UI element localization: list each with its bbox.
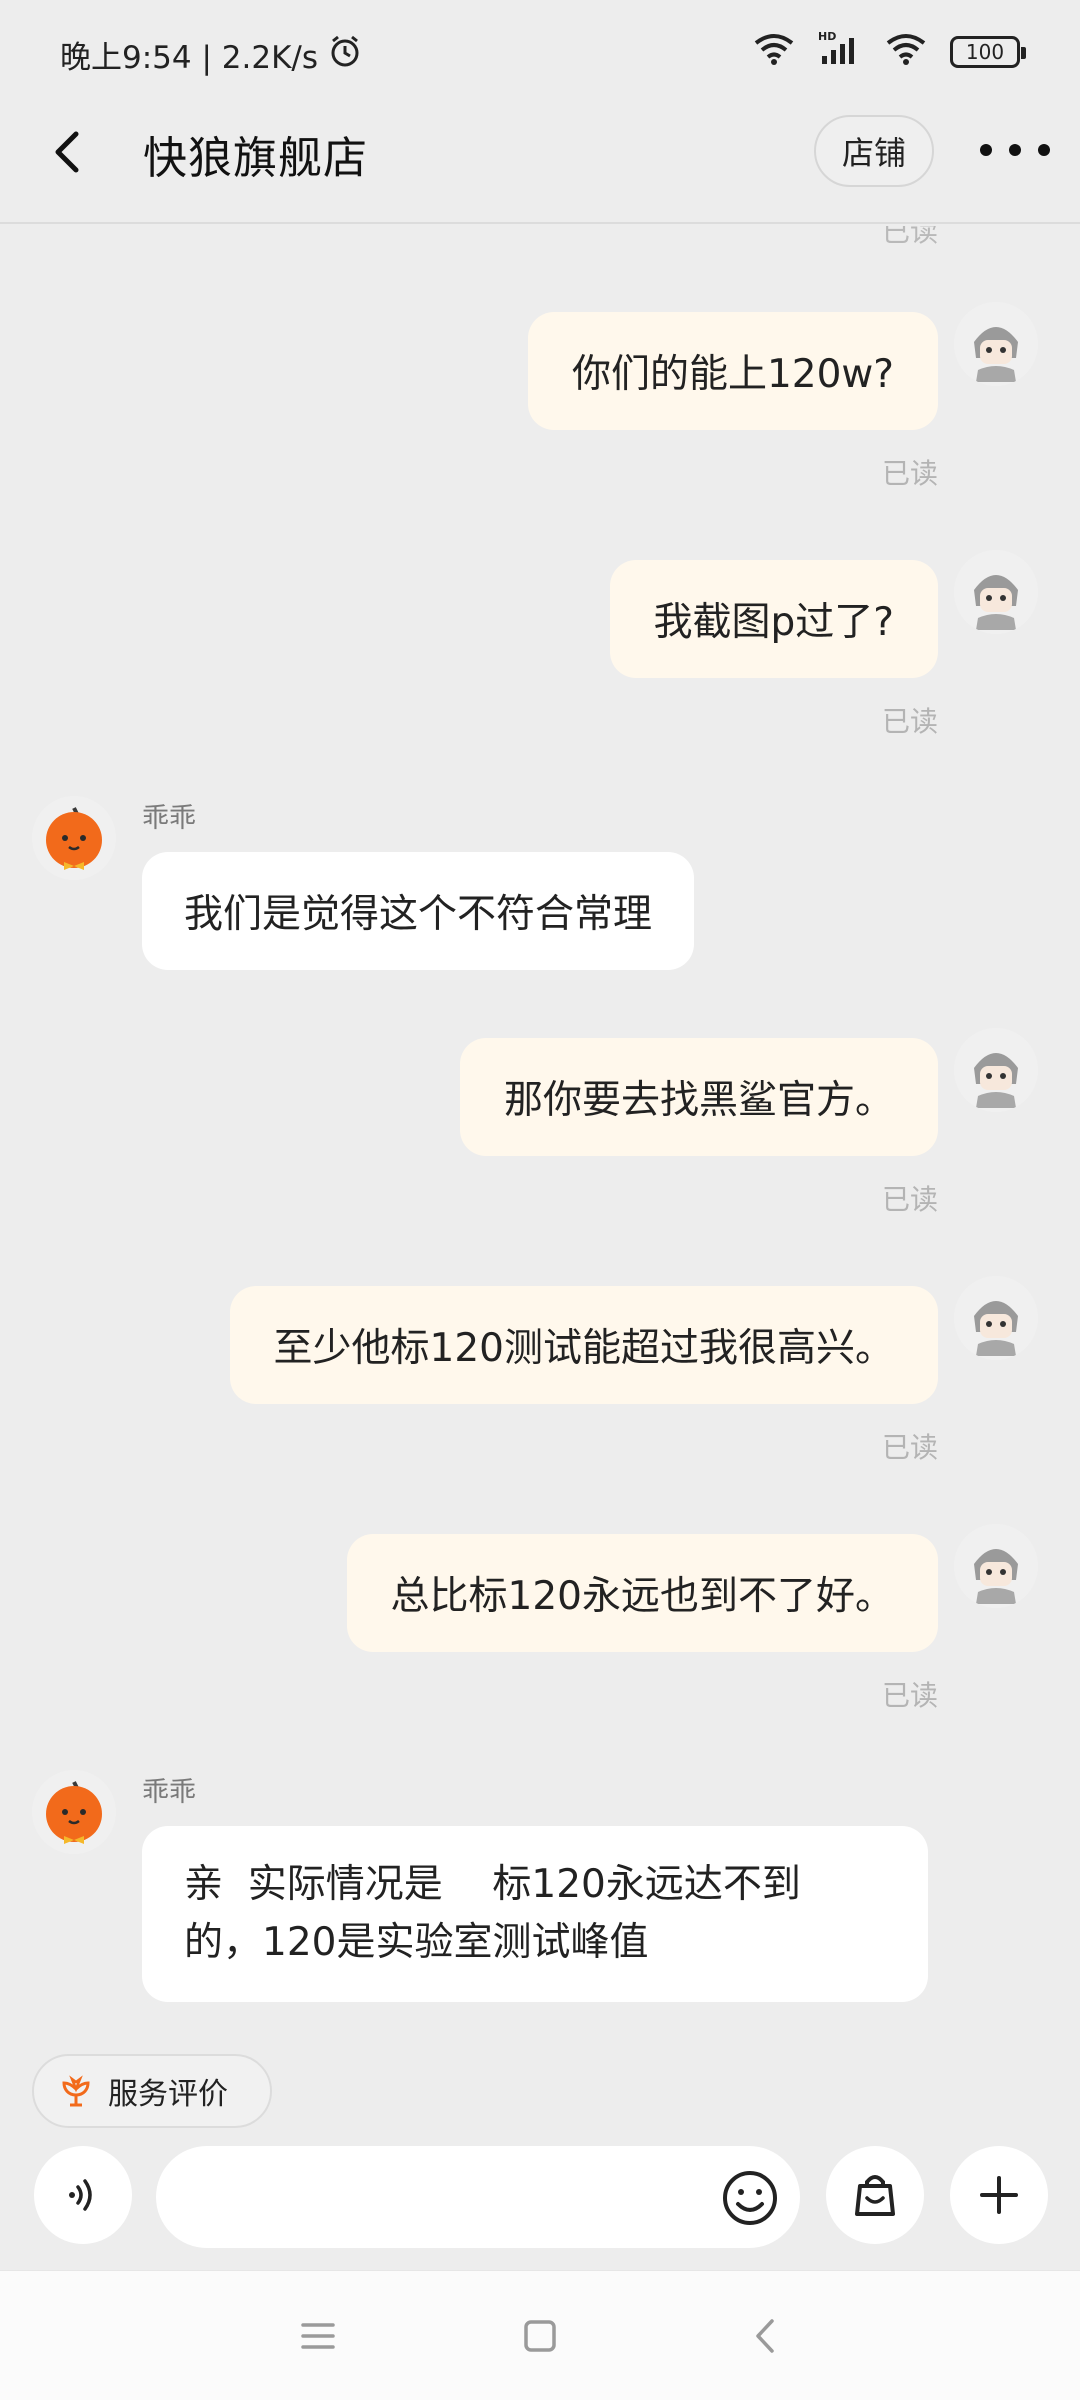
voice-icon	[69, 2179, 92, 2211]
shop-avatar[interactable]	[32, 1770, 116, 1854]
shop-avatar[interactable]	[32, 796, 116, 880]
status-left: 晚上9:54 | 2.2K/s	[60, 32, 362, 77]
outgoing-message[interactable]: 我截图p过了?	[609, 560, 938, 678]
message-text: 我截图p过了?	[653, 600, 894, 645]
flower-icon	[62, 2075, 90, 2107]
dot-icon	[1009, 144, 1021, 156]
battery-icon: 100	[950, 36, 1026, 68]
outgoing-message[interactable]: 至少他标120测试能超过我很高兴。	[229, 1286, 938, 1404]
home-nav-button[interactable]	[515, 2311, 565, 2361]
message-text: 那你要去找黑鲨官方。	[503, 1078, 894, 1123]
read-status: 已读	[881, 705, 938, 738]
shopping-bag-button[interactable]	[826, 2146, 924, 2244]
chevron-left-icon	[55, 131, 79, 173]
menu-nav-button[interactable]	[293, 2311, 343, 2361]
message-text: 我们是觉得这个不符合常理	[184, 892, 653, 937]
back-nav-button[interactable]	[742, 2311, 792, 2361]
message-text: 至少他标120测试能超过我很高兴。	[273, 1326, 894, 1371]
add-button[interactable]	[950, 2146, 1048, 2244]
incoming-message[interactable]: 亲 实际情况是 标120永远达不到 的，120是实验室测试峰值	[142, 1826, 928, 2002]
message-text: 总比标120永远也到不了好。	[390, 1574, 894, 1619]
incoming-message[interactable]: 我们是觉得这个不符合常理	[142, 852, 695, 970]
system-navigation-bar	[0, 2270, 1080, 2400]
composer-panel: 服务评价	[0, 2028, 1080, 2270]
dot-icon	[1038, 144, 1050, 156]
plus-icon	[980, 2176, 1018, 2214]
status-bar: 晚上9:54 | 2.2K/s HD 100	[0, 0, 1080, 100]
service-evaluation-label: 服务评价	[108, 2077, 228, 2112]
shopping-bag-icon	[855, 2175, 895, 2216]
emoji-button[interactable]	[720, 2168, 780, 2228]
user-avatar[interactable]	[954, 1276, 1038, 1360]
user-avatar[interactable]	[954, 1524, 1038, 1608]
outgoing-message[interactable]: 总比标120永远也到不了好。	[346, 1534, 938, 1652]
menu-icon	[301, 2323, 335, 2349]
chat-area[interactable]: 已读 你们的能上120w? 已读 我截图p过了? 已读 乖乖 我们是觉得这个不符…	[0, 226, 1080, 2028]
message-input-container[interactable]	[156, 2146, 800, 2248]
message-text: 你们的能上120w?	[571, 352, 894, 397]
smiley-icon	[723, 2171, 777, 2225]
outgoing-message[interactable]: 你们的能上120w?	[527, 312, 938, 430]
home-square-icon	[524, 2320, 556, 2352]
read-status: 已读	[881, 1183, 938, 1216]
back-button[interactable]	[40, 122, 100, 182]
more-options-button[interactable]	[980, 130, 1050, 170]
hd-signal-icon: HD	[818, 30, 862, 74]
svg-text:HD: HD	[818, 30, 836, 43]
wifi-icon	[884, 31, 928, 73]
page-title: 快狼旗舰店	[143, 133, 368, 184]
shop-button[interactable]: 店铺	[814, 115, 934, 187]
alarm-icon	[328, 34, 362, 76]
read-status: 已读	[881, 226, 938, 248]
service-evaluation-button[interactable]: 服务评价	[32, 2054, 272, 2128]
user-avatar[interactable]	[954, 302, 1038, 386]
read-status: 已读	[881, 457, 938, 490]
chat-header: 快狼旗舰店 店铺	[0, 100, 1080, 224]
user-avatar[interactable]	[954, 550, 1038, 634]
back-arrow-icon	[756, 2319, 774, 2353]
status-right: HD 100	[752, 30, 1026, 74]
sender-name: 乖乖	[142, 803, 196, 834]
voice-button[interactable]	[34, 2146, 132, 2244]
message-text-line: 亲 实际情况是 标120永远达不到	[184, 1862, 801, 1907]
message-text-line: 的，120是实验室测试峰值	[184, 1920, 649, 1965]
sender-name: 乖乖	[142, 1777, 196, 1808]
user-avatar[interactable]	[954, 1028, 1038, 1112]
status-time: 晚上9:54 | 2.2K/s	[60, 40, 318, 76]
message-input[interactable]	[186, 2166, 706, 2226]
wifi-icon	[752, 31, 796, 73]
dot-icon	[980, 144, 992, 156]
outgoing-message[interactable]: 那你要去找黑鲨官方。	[459, 1038, 938, 1156]
read-status: 已读	[881, 1431, 938, 1464]
read-status: 已读	[881, 1679, 938, 1712]
